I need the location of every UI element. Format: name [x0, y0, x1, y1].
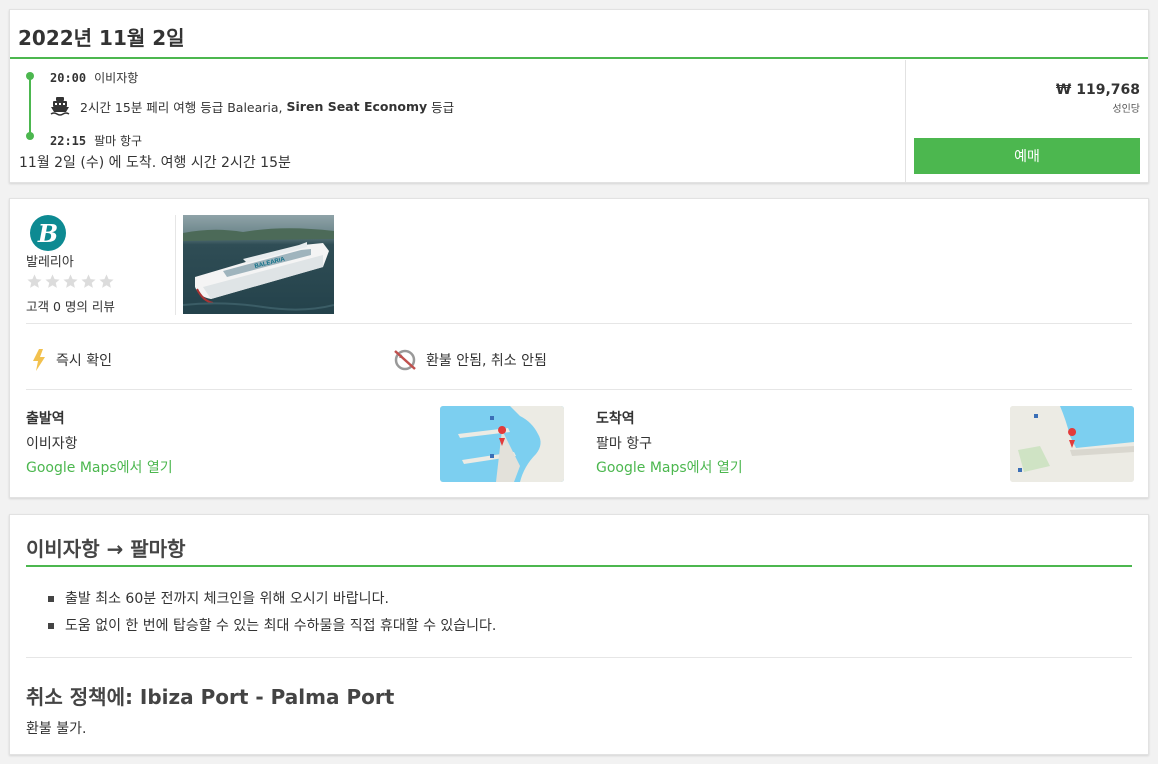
route-title-underline: [26, 565, 1132, 567]
departure-time: 20:00: [50, 71, 87, 85]
divider: [26, 389, 1132, 390]
cancellation-policy-title: 취소 정책에: Ibiza Port - Palma Port: [26, 685, 395, 709]
arrival-station-title: 도착역: [596, 411, 635, 427]
departure-station-title: 출발역: [26, 411, 65, 427]
booking-panel: ₩ 119,768 성인당 예매: [906, 60, 1148, 183]
star-icon: [45, 274, 60, 288]
rating-stars: [26, 273, 115, 290]
operator-logo: B: [30, 215, 66, 251]
book-button[interactable]: 예매: [914, 138, 1140, 174]
price: ₩ 119,768: [1055, 82, 1140, 98]
class-name: Siren Seat Economy: [286, 98, 428, 114]
star-icon: [63, 274, 78, 288]
arrival-maps-link[interactable]: Google Maps에서 열기: [596, 457, 743, 477]
class-suffix: 등급: [431, 99, 455, 115]
departure-port: 이비자항: [94, 71, 139, 85]
refund-policy-label: 환불 안됨, 취소 안됨: [426, 353, 547, 369]
divider: [26, 657, 1132, 658]
arrival-port: 팔마 항구: [94, 134, 143, 148]
trip-date: 2022년 11월 2일: [10, 10, 1148, 59]
arrival-time: 22:15: [50, 134, 87, 148]
star-icon: [99, 274, 114, 288]
lightning-icon: [33, 349, 45, 371]
departure-station-name: 이비자항: [26, 436, 78, 452]
ferry-illustration: BALEARIA: [183, 228, 334, 311]
arrival-dot: [26, 132, 34, 140]
operator-name: 발레리아: [26, 255, 74, 270]
departure-row: 20:00 이비자항: [50, 69, 138, 86]
arrival-map[interactable]: [1010, 406, 1134, 482]
route-info-card: 이비자항 → 팔마항 출발 최소 60분 전까지 체크인을 위해 오시기 바랍니…: [9, 514, 1149, 755]
divider: [175, 215, 176, 315]
arrival-summary: 11월 2일 (수) 에 도착. 여행 시간 2시간 15분: [19, 155, 291, 171]
no-refund-icon: [394, 349, 416, 371]
arrival-station-name: 팔마 항구: [596, 436, 652, 452]
departure-dot: [26, 72, 34, 80]
star-icon: [81, 274, 96, 288]
ship-photo: BALEARIA: [183, 215, 334, 314]
trip-details: 20:00 이비자항 2시간 15분 페리 여행 등급 Balearia, Sir…: [10, 60, 906, 183]
price-unit: 성인당: [1112, 104, 1140, 115]
instant-confirmation-label: 즉시 확인: [56, 353, 112, 369]
departure-maps-link[interactable]: Google Maps에서 열기: [26, 457, 173, 477]
instant-confirmation: 즉시 확인: [30, 348, 112, 372]
notes-list: 출발 최소 60분 전까지 체크인을 위해 오시기 바랍니다. 도움 없이 한 …: [48, 588, 496, 642]
ferry-info-row: 2시간 15분 페리 여행 등급 Balearia, Siren Seat Ec…: [50, 96, 454, 116]
list-item: 출발 최소 60분 전까지 체크인을 위해 오시기 바랍니다.: [48, 588, 496, 615]
list-item: 도움 없이 한 번에 탑승할 수 있는 최대 수하물을 직접 휴대할 수 있습니…: [48, 615, 496, 642]
arrival-row: 22:15 팔마 항구: [50, 132, 142, 149]
cancellation-policy-text: 환불 불가.: [26, 721, 87, 737]
divider: [26, 323, 1132, 324]
route-title: 이비자항 → 팔마항: [26, 537, 186, 561]
departure-map[interactable]: [440, 406, 564, 482]
trip-card: 2022년 11월 2일 20:00 이비자항 2시간 15분 페리 여행 등급 …: [9, 9, 1149, 183]
ship-icon: [50, 97, 70, 116]
star-icon: [27, 274, 42, 288]
reviews-link[interactable]: 고객 0 명의 리뷰: [26, 296, 115, 315]
timeline-line: [29, 76, 31, 136]
operator-card: B 발레리아 고객 0 명의 리뷰 BALEARIA 즉시 확인 환불 안됨, …: [9, 198, 1149, 498]
duration-text: 2시간 15분 페리 여행 등급 Balearia,: [80, 99, 283, 115]
refund-policy: 환불 안됨, 취소 안됨: [392, 348, 547, 372]
